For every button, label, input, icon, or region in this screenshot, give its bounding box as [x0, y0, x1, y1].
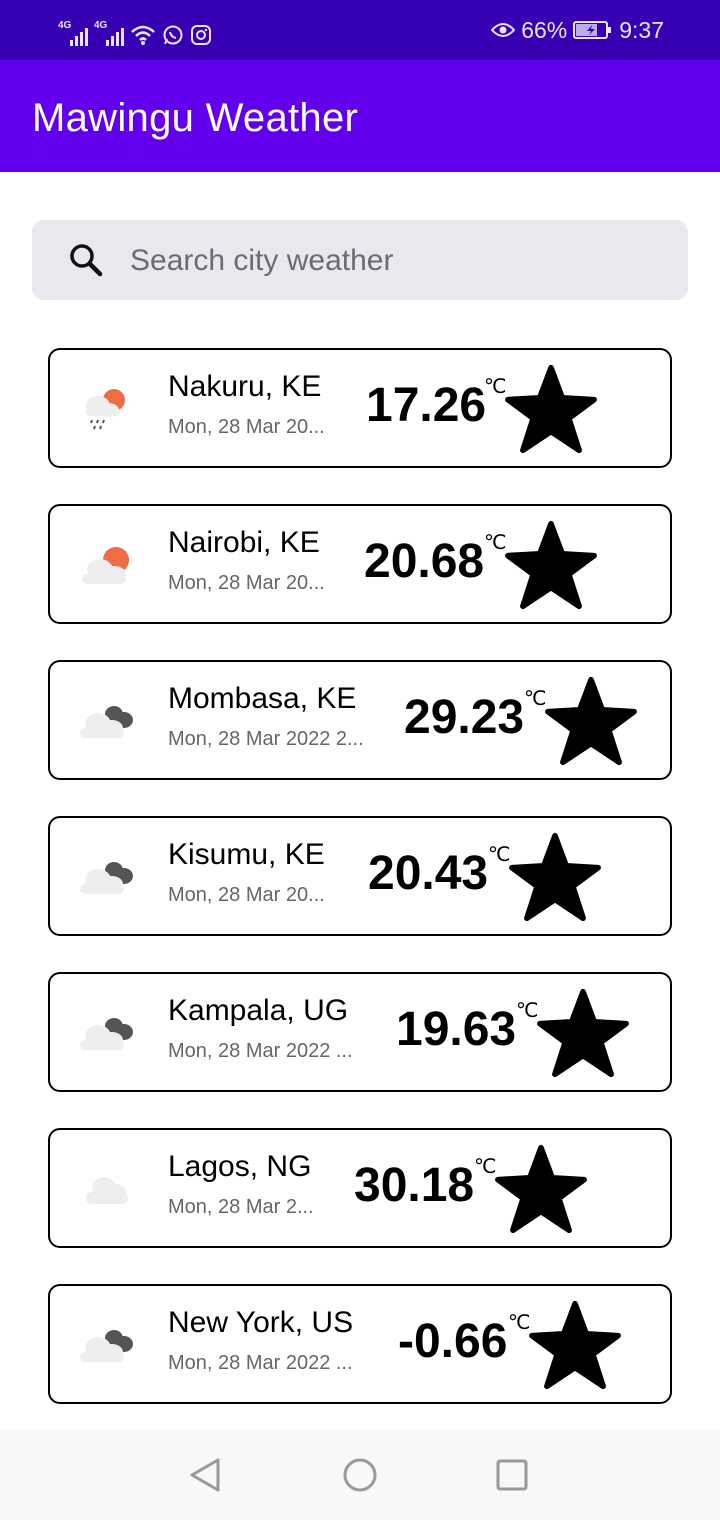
- city-card-new-york[interactable]: New York, US Mon, 28 Mar 2022 ... -0.66 …: [48, 1284, 672, 1404]
- favorite-star-icon[interactable]: [508, 832, 602, 922]
- back-icon[interactable]: [188, 1456, 224, 1494]
- city-card-lagos[interactable]: Lagos, NG Mon, 28 Mar 2... 30.18 ℃: [48, 1128, 672, 1248]
- city-card-kampala[interactable]: Kampala, UG Mon, 28 Mar 2022 ... 19.63 ℃: [48, 972, 672, 1092]
- app-title: Mawingu Weather: [32, 96, 359, 140]
- broken-clouds-icon: [80, 706, 133, 738]
- temperature: 20.68: [364, 535, 485, 588]
- temperature: 17.26: [366, 379, 487, 432]
- app-bar: Mawingu Weather: [0, 60, 720, 172]
- search-input[interactable]: [128, 238, 672, 284]
- eye-comfort-icon: [491, 23, 516, 37]
- favorite-star-icon[interactable]: [504, 520, 598, 610]
- broken-clouds-icon: [80, 862, 133, 894]
- instagram-icon: [191, 25, 211, 45]
- city-weather-list: Nakuru, KE Mon, 28 Mar 20... 17.26 ℃ Nai…: [48, 348, 672, 1440]
- status-right-icons: 66% 9:37: [491, 14, 664, 46]
- broken-clouds-icon: [80, 1330, 133, 1362]
- city-date: Mon, 28 Mar 20...: [168, 416, 325, 438]
- temperature: 19.63: [396, 1003, 517, 1056]
- status-left-icons: 4G 4G: [58, 14, 212, 46]
- favorite-star-icon[interactable]: [494, 1144, 588, 1234]
- cellular-signal-icon: 4G: [58, 20, 88, 46]
- cloud-icon: [86, 1177, 128, 1204]
- temperature: 29.23: [404, 691, 525, 744]
- search-icon[interactable]: [68, 242, 104, 278]
- favorite-star-icon[interactable]: [544, 676, 638, 766]
- battery-percent: 66%: [521, 16, 568, 43]
- search-bar[interactable]: [32, 220, 688, 300]
- city-name: Nakuru, KE: [168, 370, 322, 403]
- wifi-icon: [131, 25, 155, 45]
- favorite-star-icon[interactable]: [504, 364, 598, 454]
- city-date: Mon, 28 Mar 2...: [168, 1196, 314, 1218]
- temperature: 20.43: [368, 847, 489, 900]
- clock: 9:37: [619, 16, 664, 43]
- favorite-star-icon[interactable]: [528, 1300, 622, 1390]
- favorite-star-icon[interactable]: [536, 988, 630, 1078]
- city-card-nakuru[interactable]: Nakuru, KE Mon, 28 Mar 20... 17.26 ℃: [48, 348, 672, 468]
- city-name: Nairobi, KE: [168, 526, 320, 559]
- city-card-kisumu[interactable]: Kisumu, KE Mon, 28 Mar 20... 20.43 ℃: [48, 816, 672, 936]
- partly-sunny-icon: [82, 547, 129, 584]
- battery-charging-icon: [573, 21, 612, 39]
- city-card-mombasa[interactable]: Mombasa, KE Mon, 28 Mar 2022 2... 29.23 …: [48, 660, 672, 780]
- city-name: Mombasa, KE: [168, 682, 357, 715]
- city-name: Lagos, NG: [168, 1150, 312, 1183]
- recents-icon[interactable]: [494, 1456, 530, 1494]
- city-name: New York, US: [168, 1306, 354, 1339]
- city-name: Kisumu, KE: [168, 838, 325, 871]
- broken-clouds-icon: [80, 1018, 133, 1050]
- status-bar: 4G 4G 66% 9:37: [0, 0, 720, 60]
- city-name: Kampala, UG: [168, 994, 349, 1027]
- city-date: Mon, 28 Mar 20...: [168, 572, 325, 594]
- city-date: Mon, 28 Mar 2022 2...: [168, 728, 364, 750]
- home-icon[interactable]: [342, 1456, 378, 1494]
- city-date: Mon, 28 Mar 2022 ...: [168, 1352, 353, 1374]
- system-navigation-bar: [0, 1430, 720, 1520]
- temperature: -0.66: [398, 1315, 508, 1368]
- city-date: Mon, 28 Mar 2022 ...: [168, 1040, 353, 1062]
- network-type-label: 4G: [58, 20, 72, 31]
- network-type-label-2: 4G: [94, 20, 108, 31]
- light-rain-sun-icon: [86, 389, 125, 430]
- city-card-nairobi[interactable]: Nairobi, KE Mon, 28 Mar 20... 20.68 ℃: [48, 504, 672, 624]
- city-date: Mon, 28 Mar 20...: [168, 884, 325, 906]
- cellular-signal-icon-2: 4G: [94, 20, 124, 46]
- temperature: 30.18: [354, 1159, 475, 1212]
- whatsapp-icon: [163, 25, 183, 45]
